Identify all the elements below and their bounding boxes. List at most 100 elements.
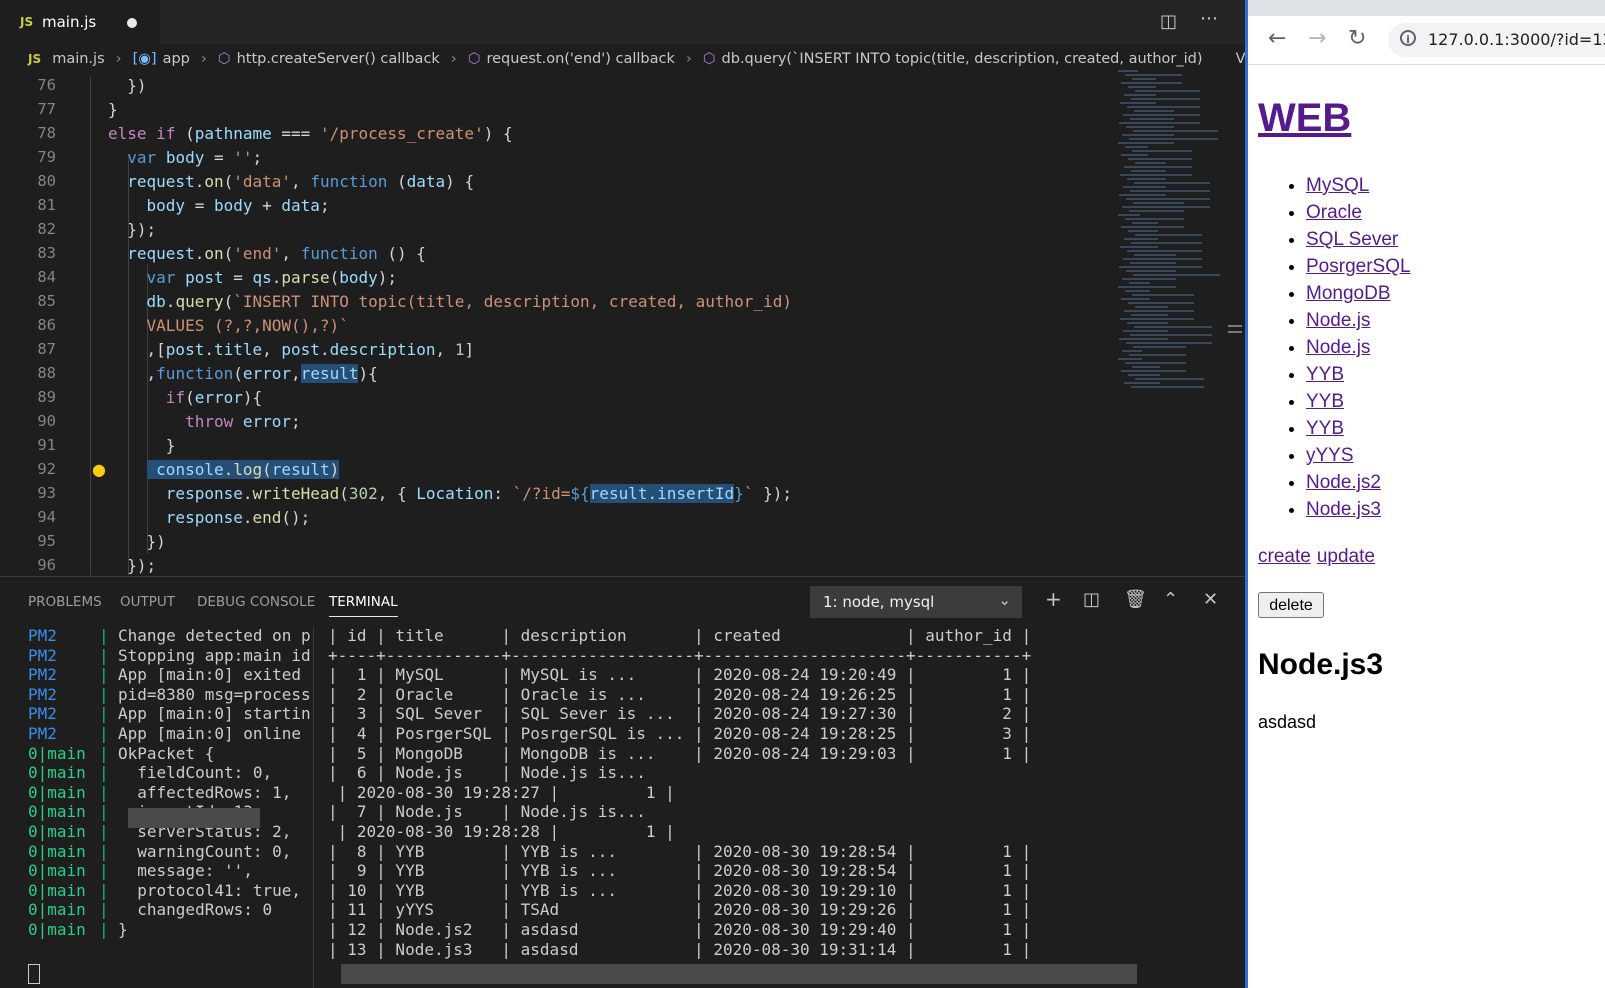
breadcrumb-item-create-server[interactable]: http.createServer() callback <box>237 51 440 67</box>
topic-link[interactable]: Node.js <box>1306 337 1370 358</box>
topic-link[interactable]: YYB <box>1306 418 1344 439</box>
minimap-line <box>1129 354 1186 356</box>
minimap-line <box>1125 146 1148 148</box>
log-text: } <box>118 920 128 939</box>
split-editor-icon[interactable]: ◫ <box>1160 11 1177 32</box>
create-link[interactable]: create <box>1258 546 1311 567</box>
breadcrumb-item-request-end[interactable]: request.on('end') callback <box>486 51 674 67</box>
table-row: | 6 | Node.js | Node.js is... <box>328 763 646 783</box>
code-line: request.on('data', function (data) { <box>127 172 475 191</box>
log-tag: PM2 <box>28 665 57 685</box>
chevron-up-icon[interactable]: ⌃ <box>1163 589 1178 610</box>
topic-link[interactable]: yYYS <box>1306 445 1354 466</box>
tab-debug-console[interactable]: DEBUG CONSOLE <box>197 594 315 610</box>
reload-icon[interactable]: ↻ <box>1348 26 1366 51</box>
line-number: 78 <box>37 124 56 142</box>
scrollbar-thumb[interactable] <box>1228 322 1242 336</box>
minimap-line <box>1122 278 1176 280</box>
log-separator: | <box>99 665 109 685</box>
tab-problems[interactable]: PROBLEMS <box>28 594 102 610</box>
table-row: | 12 | Node.js2 | asdasd | 2020-08-30 19… <box>328 920 1032 939</box>
minimap-line <box>1127 178 1166 180</box>
topic-link[interactable]: SQL Sever <box>1306 229 1398 250</box>
table-row: | 5 | MongoDB | MongoDB is ... | 2020-08… <box>328 743 1032 763</box>
minimap-line <box>1129 282 1150 284</box>
url-text: 127.0.0.1:3000/?id=13 <box>1428 30 1605 49</box>
table-row: | 2 | Oracle | Oracle is ... | 2020-08-2… <box>328 684 1032 704</box>
log-separator: | <box>99 900 109 920</box>
list-item: Node.js3 <box>1306 496 1411 523</box>
code-line: ,[post.title, post.description, 1] <box>108 340 475 359</box>
cube-icon: ⬡ <box>702 51 716 67</box>
topic-link[interactable]: YYB <box>1306 364 1344 385</box>
back-icon[interactable]: ← <box>1268 26 1286 51</box>
topic-link[interactable]: PosrgerSQL <box>1306 256 1411 277</box>
minimap-line <box>1125 290 1150 292</box>
minimap-line <box>1131 98 1200 100</box>
topic-link[interactable]: MongoDB <box>1306 283 1391 304</box>
chevron-right-icon: › <box>115 51 122 67</box>
control-links: create update <box>1258 546 1381 568</box>
plus-icon[interactable]: + <box>1045 587 1062 611</box>
breadcrumb-file[interactable]: main.js <box>52 51 104 67</box>
site-title-link[interactable]: WEB <box>1258 96 1351 141</box>
topic-link[interactable]: YYB <box>1306 391 1344 412</box>
topic-link[interactable]: Oracle <box>1306 202 1362 223</box>
browser-tab-strip[interactable] <box>1248 0 1605 16</box>
trash-icon[interactable]: 🗑 <box>1124 589 1147 610</box>
topic-link[interactable]: MySQL <box>1306 175 1369 196</box>
topic-link[interactable]: Node.js2 <box>1306 472 1381 493</box>
breadcrumb-item-db-query[interactable]: db.query(`INSERT INTO topic(title, descr… <box>722 51 1203 67</box>
code-line: ,function(error,result){ <box>108 364 378 383</box>
topic-link[interactable]: Node.js <box>1306 310 1370 331</box>
log-text: message: '', <box>118 861 253 881</box>
table-row: | 4 | PosrgerSQL | PosrgerSQL is ... | 2… <box>328 724 1032 743</box>
minimap-line <box>1130 262 1176 264</box>
line-number: 86 <box>37 316 56 334</box>
delete-button[interactable]: delete <box>1258 592 1324 618</box>
log-tag: 0|main <box>28 900 86 920</box>
tab-terminal[interactable]: TERMINAL <box>329 594 398 617</box>
more-actions-icon[interactable]: ⋯ <box>1200 8 1218 29</box>
log-tag: 0|main <box>28 782 86 802</box>
code-editor[interactable]: 76 77 78 79 80 81 82 83 84 85 86 87 88 89 90 91 92 93 94 95… <box>0 76 1245 575</box>
split-terminal-icon[interactable]: ◫ <box>1083 589 1100 610</box>
log-text: changedRows: 0 <box>118 900 273 920</box>
code-line: else if (pathname === '/process_create')… <box>108 124 513 143</box>
code-line: request.on('end', function () { <box>127 244 426 263</box>
minimap-line <box>1120 318 1194 320</box>
breadcrumb-item-values[interactable]: VALUES <box>1236 51 1245 67</box>
topic-link[interactable]: Node.js3 <box>1306 499 1381 520</box>
line-number: 88 <box>37 364 56 382</box>
table-row: | 13 | Node.js3 | asdasd | 2020-08-30 19… <box>328 939 1032 959</box>
terminal-divider[interactable] <box>313 627 314 988</box>
minimap-line <box>1126 342 1212 344</box>
lightbulb-icon[interactable]: ● <box>92 460 106 479</box>
minimap-line <box>1120 174 1192 176</box>
cube-icon: ⬡ <box>217 51 231 67</box>
close-icon[interactable]: ✕ <box>1203 589 1218 610</box>
info-icon[interactable]: i <box>1400 30 1416 46</box>
minimap-line <box>1131 314 1168 316</box>
minimap-line <box>1123 114 1200 116</box>
tab-output[interactable]: OUTPUT <box>120 594 175 610</box>
terminal-select[interactable]: 1: node, mysql ⌄ <box>810 586 1022 618</box>
address-bar[interactable]: i 127.0.0.1:3000/?id=13 <box>1388 23 1605 57</box>
unsaved-dot-icon[interactable] <box>127 18 137 28</box>
log-tag: 0|main <box>28 880 86 900</box>
table-row: | 3 | SQL Sever | SQL Sever is ... | 202… <box>328 704 1032 724</box>
breadcrumb-item-app[interactable]: app <box>163 51 190 67</box>
update-link[interactable]: update <box>1317 546 1375 567</box>
chevron-right-icon: › <box>200 51 207 67</box>
line-number: 82 <box>37 220 56 238</box>
minimap-line <box>1130 190 1210 192</box>
forward-icon[interactable]: → <box>1308 26 1326 51</box>
minimap[interactable] <box>1118 70 1228 390</box>
line-number: 96 <box>37 556 56 574</box>
log-separator: | <box>99 920 109 939</box>
log-text: fieldCount: 0, <box>118 763 273 783</box>
minimap-line <box>1126 198 1210 200</box>
minimap-line <box>1120 246 1158 248</box>
tab-main-js[interactable]: JS main.js <box>0 0 160 45</box>
chevron-right-icon: › <box>685 51 692 67</box>
